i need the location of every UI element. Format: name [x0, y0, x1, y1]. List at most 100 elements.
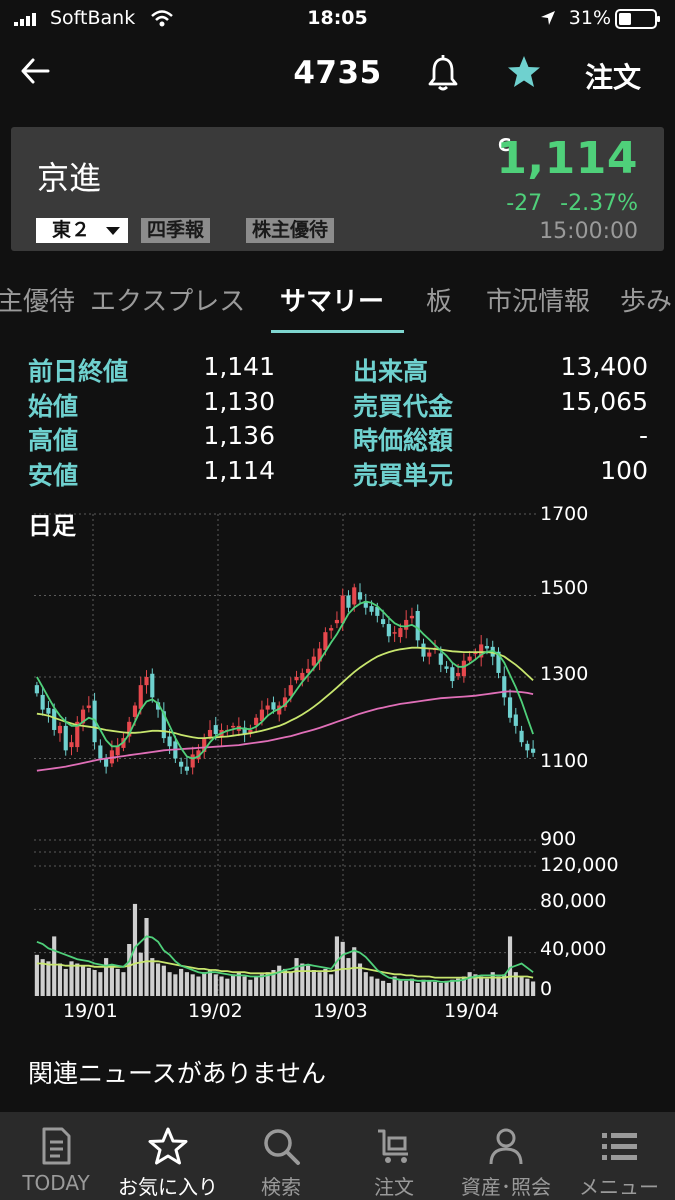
- status-bar: SoftBank 18:05 31%: [0, 0, 675, 38]
- candle-body: [271, 702, 276, 710]
- yutai-badge[interactable]: 株主優待: [246, 218, 335, 243]
- volume-bar: [104, 958, 109, 996]
- price-chart[interactable]: 日足 1700 1500 1300 1100 900 120,000 80,00…: [0, 500, 675, 1030]
- candle-body: [519, 730, 524, 743]
- candle-body: [86, 705, 91, 708]
- battery-percent: 31%: [568, 7, 611, 29]
- candle-body: [369, 606, 374, 612]
- order-link[interactable]: 注文: [585, 56, 641, 96]
- volume-bar: [404, 980, 409, 996]
- candle-body: [398, 628, 403, 638]
- volume-bar: [196, 976, 201, 996]
- volume-axis-label: 120,000: [540, 854, 619, 876]
- tab-board[interactable]: 板: [426, 281, 452, 318]
- tab-market-info[interactable]: 市況情報: [486, 281, 590, 318]
- tabbar-item-assets[interactable]: 資産･照会: [450, 1112, 562, 1200]
- search-icon: [264, 1129, 300, 1165]
- candle-body: [438, 653, 443, 665]
- summary-stats: 前日終値 1,141 出来高 13,400 始値 1,130 売買代金 15,0…: [0, 352, 675, 492]
- volume-bar: [75, 963, 80, 996]
- market-select[interactable]: 東２: [36, 218, 128, 243]
- volume-bar: [242, 976, 247, 996]
- price-axis-label: 1100: [540, 750, 589, 772]
- candle-body: [63, 725, 68, 751]
- bell-icon[interactable]: [426, 54, 460, 92]
- volume-bar: [531, 981, 536, 996]
- stat-value: -: [638, 421, 648, 450]
- tabbar-item-today[interactable]: TODAY: [0, 1112, 112, 1200]
- volume-axis-label: 0: [540, 978, 553, 1000]
- volume-bar: [415, 983, 420, 996]
- tab-trades[interactable]: 歩み: [620, 281, 672, 318]
- volume-bar: [375, 978, 380, 996]
- volume-bar: [323, 968, 328, 996]
- tabbar-item-order[interactable]: 注文: [338, 1112, 450, 1200]
- candle-body: [98, 745, 103, 759]
- volume-bar: [329, 974, 334, 996]
- volume-bar: [184, 972, 189, 996]
- stat-value: 15,065: [560, 387, 648, 416]
- volume-bar: [219, 976, 224, 996]
- volume-bar: [409, 978, 415, 996]
- tabbar-item-search[interactable]: 検索: [225, 1112, 337, 1200]
- candle-body: [427, 652, 432, 657]
- news-empty-message: 関連ニュースがありません: [28, 1059, 327, 1088]
- volume-bar: [213, 974, 218, 996]
- candle-body: [456, 672, 461, 677]
- candle-body: [207, 729, 213, 737]
- candle-body: [69, 742, 74, 748]
- volume-bar: [40, 959, 45, 996]
- tab-yutai[interactable]: 主優待: [0, 281, 75, 318]
- candle-body: [311, 656, 316, 666]
- stat-value: 1,130: [203, 387, 275, 416]
- volume-bar: [317, 972, 322, 996]
- volume-bar: [496, 976, 501, 996]
- candle-body: [467, 656, 472, 661]
- candle-body: [352, 587, 357, 605]
- stat-value: 1,141: [203, 352, 275, 381]
- candle-body: [138, 685, 143, 709]
- date-axis-label: 19/03: [313, 1000, 368, 1022]
- price-axis-label: 1700: [540, 503, 589, 525]
- volume-bar: [288, 972, 293, 996]
- tabbar-item-favorites[interactable]: お気に入り: [112, 1112, 224, 1200]
- volume-bar: [369, 976, 374, 996]
- tab-summary[interactable]: サマリー: [280, 281, 384, 318]
- stat-label: 高値: [28, 426, 79, 455]
- candle-body: [132, 705, 138, 717]
- candle-body: [415, 610, 420, 641]
- volume-bar: [363, 972, 368, 996]
- candle-body: [144, 677, 149, 686]
- star-icon[interactable]: [506, 54, 542, 90]
- volume-bar: [519, 976, 524, 996]
- change-percent: -2.37%: [560, 191, 638, 216]
- bottom-tab-bar: TODAY お気に入り 検索 注文 資産･照会 メニュー: [0, 1112, 675, 1200]
- page-title: 4735: [293, 55, 382, 91]
- person-icon: [489, 1128, 523, 1165]
- volume-bar: [98, 972, 103, 996]
- volume-bar: [80, 965, 86, 996]
- volume-bar: [190, 974, 195, 996]
- volume-bar: [398, 979, 403, 996]
- candle-body: [484, 646, 490, 649]
- tabbar-label: 注文: [374, 1175, 414, 1199]
- shikiho-badge[interactable]: 四季報: [141, 218, 211, 243]
- nav-bar: 4735 注文: [0, 38, 675, 116]
- volume-bar: [248, 979, 253, 996]
- candle-body: [254, 717, 259, 726]
- menu-icon: [602, 1133, 637, 1160]
- candle-body: [444, 666, 449, 669]
- candle-body: [461, 660, 466, 677]
- stat-label: 前日終値: [28, 357, 129, 386]
- tab-express[interactable]: エクスプレス: [90, 281, 245, 318]
- current-price: 1,114: [496, 133, 638, 184]
- tabbar-item-menu[interactable]: メニュー: [563, 1112, 675, 1200]
- volume-bar: [144, 918, 149, 996]
- price-change: -27 -2.37%: [506, 191, 638, 216]
- stock-name: 京進: [37, 159, 102, 197]
- volume-bar: [115, 968, 120, 996]
- volume-bar: [179, 968, 184, 996]
- candle-body: [323, 632, 328, 651]
- candle-body: [230, 725, 236, 728]
- candle-body: [52, 708, 57, 730]
